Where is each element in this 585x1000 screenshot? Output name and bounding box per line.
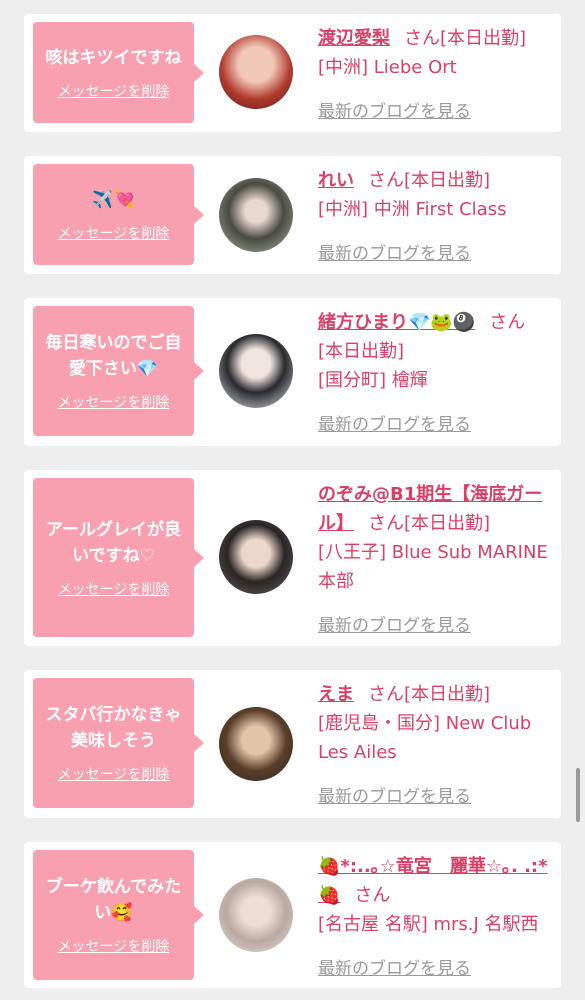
message-text: ブーケ飲んでみたい🥰 [45,877,182,923]
cast-info: のぞみ@B1期生【海底ガール】 さん[本日出勤] [八王子] Blue Sub M… [318,480,556,596]
honorific: さん [489,312,526,333]
shop-text: [八王子] Blue Sub MARINE 本部 [318,542,548,592]
delete-message-link[interactable]: メッセージを削除 [58,764,170,784]
delete-message-link[interactable]: メッセージを削除 [58,81,170,101]
message-text: 毎日寒いのでご自愛下さい💎 [45,333,182,379]
avatar[interactable] [219,334,293,408]
shop-text: [中洲] 中洲 First Class [318,199,507,220]
blog-link[interactable]: 最新のブログを見る [318,611,471,636]
message-text: ✈️💘 [92,189,135,210]
delete-message-link[interactable]: メッセージを削除 [58,223,170,243]
cast-info: れい さん[本日出勤] [中洲] 中洲 First Class [318,166,556,224]
message-card: スタバ行かなきゃ美味しそう メッセージを削除 えま さん[本日出勤] [鹿児島・国… [24,670,561,818]
avatar[interactable] [219,878,293,952]
status-text: [本日出勤] [404,684,491,705]
message-card: アールグレイが良いですね♡ メッセージを削除 のぞみ@B1期生【海底ガール】 さん… [24,470,561,646]
avatar[interactable] [219,520,293,594]
message-card: 咳はキツイですね メッセージを削除 渡辺愛梨 さん[本日出勤] [中洲] Lieb… [24,14,561,132]
delete-message-link[interactable]: メッセージを削除 [58,936,170,956]
delete-message-link[interactable]: メッセージを削除 [58,579,170,599]
status-text: [本日出勤] [440,28,527,49]
message-card: ✈️💘 メッセージを削除 れい さん[本日出勤] [中洲] 中洲 First Cl… [24,156,561,274]
cast-info: 緒方ひまり💎🐸🎱 さん [本日出勤] [国分町] 檜輝 [318,308,556,395]
avatar[interactable] [219,707,293,781]
blog-link[interactable]: 最新のブログを見る [318,410,471,435]
status-text: [本日出勤] [404,513,491,534]
honorific: さん [368,513,404,534]
status-text: [本日出勤] [318,341,405,362]
blog-link[interactable]: 最新のブログを見る [318,954,471,979]
blog-link[interactable]: 最新のブログを見る [318,97,471,122]
cast-info: 🍓*:..｡☆竜宮 麗華☆｡. .:*🍓 さん [名古屋 名駅] mrs.J 名駅… [318,852,556,939]
shop-text: [中洲] Liebe Ort [318,57,457,78]
message-bubble: スタバ行かなきゃ美味しそう メッセージを削除 [33,678,204,808]
cast-name-link[interactable]: 渡辺愛梨 [318,28,390,49]
message-text: スタバ行かなきゃ美味しそう [45,705,182,751]
blog-link[interactable]: 最新のブログを見る [318,239,471,264]
delete-message-link[interactable]: メッセージを削除 [58,392,170,412]
honorific: さん [368,684,404,705]
message-text: 咳はキツイですね [45,47,182,68]
cast-info: えま さん[本日出勤] [鹿児島・国分] New Club Les Ailes [318,680,556,767]
cast-name-link[interactable]: れい [318,170,354,191]
cast-name-link[interactable]: 緒方ひまり💎🐸🎱 [318,312,475,333]
shop-text: [鹿児島・国分] New Club Les Ailes [318,713,532,763]
cast-name-link[interactable]: 🍓*:..｡☆竜宮 麗華☆｡. .:*🍓 [318,856,548,906]
avatar[interactable] [219,178,293,252]
honorific: さん [354,885,391,906]
message-bubble: アールグレイが良いですね♡ メッセージを削除 [33,478,204,637]
message-bubble: ブーケ飲んでみたい🥰 メッセージを削除 [33,850,204,980]
honorific: さん [368,170,404,191]
blog-link[interactable]: 最新のブログを見る [318,782,471,807]
honorific: さん [404,28,440,49]
cast-name-link[interactable]: えま [318,684,354,705]
message-text: アールグレイが良いですね♡ [46,519,181,566]
message-bubble: 咳はキツイですね メッセージを削除 [33,22,204,123]
avatar[interactable] [219,35,293,109]
shop-text: [国分町] 檜輝 [318,370,428,391]
message-bubble: 毎日寒いのでご自愛下さい💎 メッセージを削除 [33,306,204,436]
cast-info: 渡辺愛梨 さん[本日出勤] [中洲] Liebe Ort [318,24,556,82]
shop-text: [名古屋 名駅] mrs.J 名駅西 [318,914,539,935]
message-card: ブーケ飲んでみたい🥰 メッセージを削除 🍓*:..｡☆竜宮 麗華☆｡. .:*🍓… [24,842,561,988]
message-bubble: ✈️💘 メッセージを削除 [33,164,204,265]
scrollbar[interactable] [576,768,580,822]
message-card: 毎日寒いのでご自愛下さい💎 メッセージを削除 緒方ひまり💎🐸🎱 さん [本日出勤]… [24,298,561,446]
status-text: [本日出勤] [404,170,491,191]
